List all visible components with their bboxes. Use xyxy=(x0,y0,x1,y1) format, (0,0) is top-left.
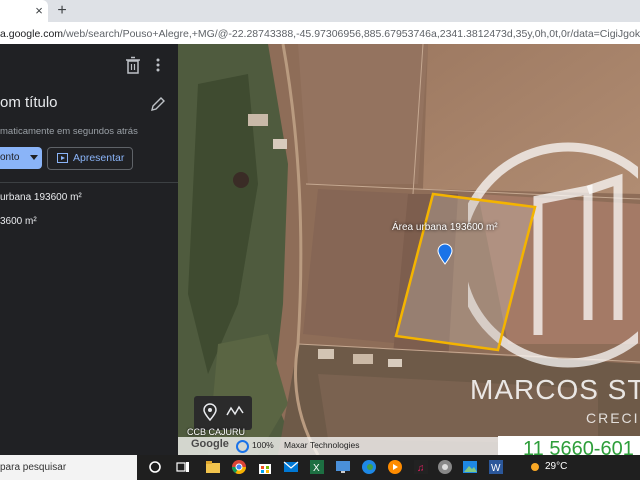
photos-icon[interactable] xyxy=(462,459,478,475)
tab-close-icon[interactable]: × xyxy=(32,2,46,20)
weather-temperature[interactable]: 29°C xyxy=(545,461,567,472)
present-label: Apresentar xyxy=(73,152,125,164)
svg-text:♫: ♫ xyxy=(417,463,425,474)
project-title[interactable]: om título xyxy=(0,94,58,111)
zoom-indicator-icon xyxy=(236,440,249,453)
more-options-icon[interactable] xyxy=(152,56,164,74)
add-placemark-icon[interactable] xyxy=(202,403,218,421)
svg-text:X: X xyxy=(313,463,320,474)
svg-text:W: W xyxy=(491,463,501,474)
weather-sun-icon[interactable] xyxy=(527,459,543,475)
url-text[interactable]: a.google.com/web/search/Pouso+Alegre,+MG… xyxy=(0,26,640,42)
imagery-credit: Maxar Technologies xyxy=(284,440,360,450)
polygon-label: Área urbana 193600 m² xyxy=(392,222,498,233)
watermark-name: MARCOS STE xyxy=(470,374,640,405)
tab-strip xyxy=(0,0,640,22)
edit-pencil-icon[interactable] xyxy=(150,96,166,112)
autosave-status: maticamente em segundos atrás xyxy=(0,126,138,137)
url-path: /web/search/Pouso+Alegre,+MG/@-22.287433… xyxy=(63,28,640,40)
trash-icon[interactable] xyxy=(125,56,141,74)
excel-icon[interactable]: X xyxy=(309,459,325,475)
edge-icon[interactable] xyxy=(361,459,377,475)
chrome-icon[interactable] xyxy=(231,459,247,475)
google-logo: Google xyxy=(191,438,229,450)
satellite-map[interactable]: Área urbana 193600 m² MARCOS STE CRECI xyxy=(178,44,640,455)
app-icon[interactable] xyxy=(437,459,453,475)
music-icon[interactable]: ♫ xyxy=(413,459,429,475)
add-feature-button[interactable]: onto xyxy=(0,147,42,169)
word-icon[interactable]: W xyxy=(488,459,504,475)
location-pin-icon[interactable] xyxy=(437,243,453,265)
store-icon[interactable] xyxy=(257,459,273,475)
new-tab-button[interactable]: + xyxy=(54,2,70,20)
feature-list-item[interactable]: urbana 193600 m² xyxy=(0,192,82,203)
caret-down-icon xyxy=(30,155,38,160)
media-player-icon[interactable] xyxy=(387,459,403,475)
present-icon xyxy=(57,153,68,163)
task-view-icon[interactable] xyxy=(175,459,191,475)
zoom-level: 100% xyxy=(252,440,274,450)
divider xyxy=(0,182,178,183)
feature-list-item[interactable]: 3600 m² xyxy=(0,216,37,227)
add-feature-label: onto xyxy=(0,152,20,163)
present-button[interactable]: Apresentar xyxy=(47,147,133,170)
remote-desktop-icon[interactable] xyxy=(335,459,351,475)
file-explorer-icon[interactable] xyxy=(205,459,221,475)
cortana-icon[interactable] xyxy=(147,459,163,475)
taskbar-search-placeholder: para pesquisar xyxy=(0,462,67,473)
mail-icon[interactable] xyxy=(283,459,299,475)
url-host: a.google.com xyxy=(0,28,64,40)
draw-path-icon[interactable] xyxy=(226,405,244,417)
place-label: CCB CAJURU xyxy=(187,427,246,437)
watermark-subtitle: CRECI xyxy=(586,410,640,426)
